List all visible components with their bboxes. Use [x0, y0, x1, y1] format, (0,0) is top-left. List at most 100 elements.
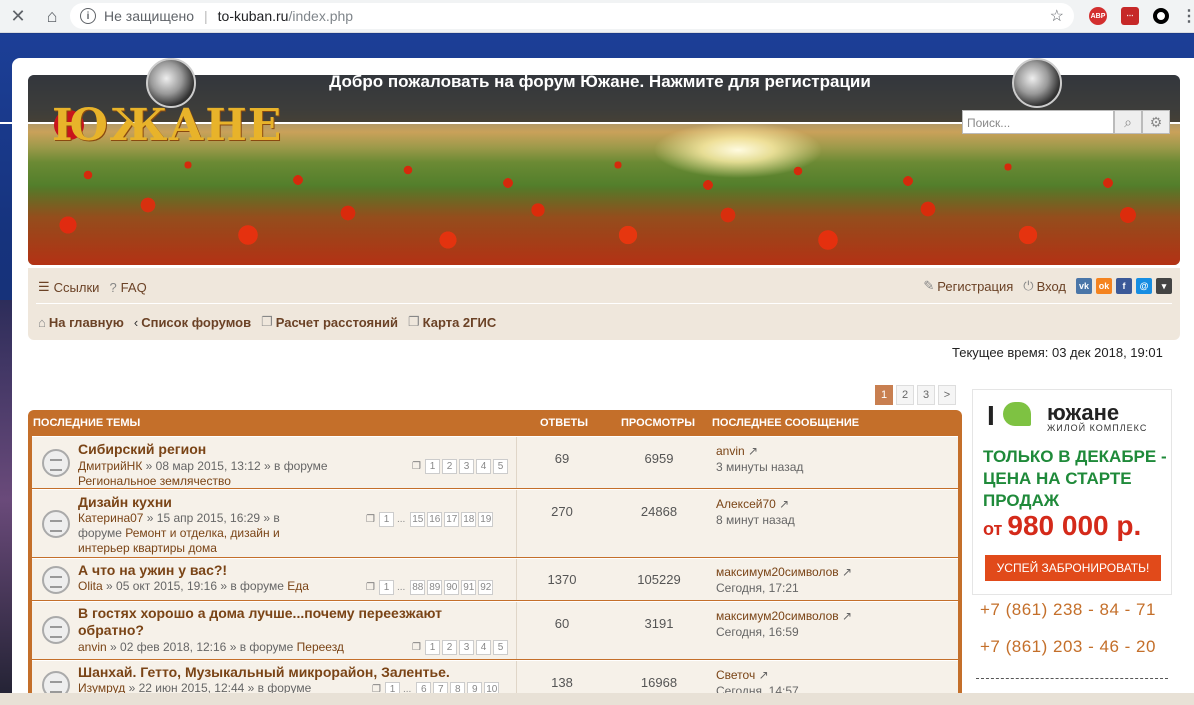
topic-forum[interactable]: Переезд — [297, 640, 344, 654]
adblock-extension-icon[interactable]: ABP — [1089, 7, 1107, 25]
gear-icon[interactable]: ⚙ — [1142, 110, 1170, 134]
goto-post-icon[interactable]: ↗ — [759, 668, 769, 682]
info-icon[interactable]: i — [80, 8, 96, 24]
vk-icon[interactable]: vk — [1076, 278, 1092, 294]
page-link[interactable]: 18 — [461, 512, 477, 527]
last-post-user[interactable]: Алексей70 — [716, 497, 776, 511]
breadcrumb-forum-list[interactable]: Список форумов — [141, 315, 251, 330]
goto-post-icon[interactable]: ↗ — [748, 444, 758, 458]
page-link[interactable]: 4 — [475, 459, 491, 474]
views-count: 24868 — [640, 504, 678, 519]
page-link[interactable]: 88 — [410, 580, 426, 595]
login-link[interactable]: Вход — [1037, 279, 1066, 294]
table-row: В гостях хорошо а дома лучше...почему пе… — [32, 601, 958, 659]
heart-icon — [1003, 402, 1031, 426]
faq-link[interactable]: FAQ — [121, 280, 147, 295]
site-logo[interactable]: ЮЖАНЕ — [52, 100, 282, 151]
views-count: 3191 — [644, 616, 674, 631]
facebook-icon[interactable]: f — [1116, 278, 1132, 294]
home-icon[interactable]: ⌂ — [38, 2, 66, 30]
topic-read-icon — [42, 566, 70, 594]
next-page-button[interactable]: > — [938, 385, 956, 405]
welcome-register-link[interactable]: Добро пожаловать на форум Южане. Нажмите… — [200, 71, 1000, 93]
views-count: 105229 — [637, 572, 681, 587]
search-input[interactable]: Поиск... — [962, 110, 1114, 134]
last-post-user[interactable]: максимум20символов — [716, 609, 839, 623]
mail-icon[interactable]: @ — [1136, 278, 1152, 294]
page-link[interactable]: 91 — [461, 580, 477, 595]
chevron-left-icon: ‹ — [133, 314, 139, 330]
topic-title[interactable]: А что на ужин у вас?! — [78, 562, 227, 578]
last-post-time: Сегодня, 17:21 — [716, 581, 799, 595]
page-link[interactable]: 3 — [458, 459, 474, 474]
register-link[interactable]: Регистрация — [937, 279, 1013, 294]
page-link[interactable]: 92 — [478, 580, 494, 595]
last-post-user[interactable]: anvin — [716, 444, 745, 458]
header-topics: ПОСЛЕДНИЕ ТЕМЫ — [33, 417, 141, 429]
page-link[interactable]: 19 — [478, 512, 494, 527]
topic-author[interactable]: ДмитрийНК — [78, 459, 142, 473]
advertisement-banner[interactable]: I южане ЖИЛОЙ КОМПЛЕКС ТОЛЬКО В ДЕКАБРЕ … — [972, 389, 1172, 595]
topic-author[interactable]: Катерина07 — [78, 511, 143, 525]
topic-author[interactable]: Olita — [78, 579, 103, 593]
extension-ring-icon[interactable] — [1153, 8, 1169, 24]
topic-forum[interactable]: Региональное землячество — [78, 474, 231, 488]
topic-title[interactable]: Сибирский регион — [78, 441, 206, 457]
last-post-user[interactable]: Светоч — [716, 668, 755, 682]
page-link[interactable]: 15 — [410, 512, 426, 527]
goto-post-icon[interactable]: ↗ — [842, 565, 852, 579]
page-3-button[interactable]: 3 — [917, 385, 935, 405]
page-link[interactable]: 5 — [492, 459, 508, 474]
views-count: 16968 — [640, 675, 678, 690]
page-link[interactable]: 90 — [444, 580, 460, 595]
address-bar[interactable]: i Не защищено | to-kuban.ru/index.php ☆ — [70, 3, 1074, 29]
breadcrumb-2gis-map[interactable]: Карта 2ГИС — [423, 315, 497, 330]
links-menu[interactable]: Ссылки — [54, 280, 100, 295]
close-icon[interactable]: ✕ — [4, 2, 32, 30]
last-post-time: 3 минуты назад — [716, 460, 804, 474]
phone-number[interactable]: +7 (861) 238 - 84 - 71 — [980, 600, 1156, 620]
topic-title[interactable]: Дизайн кухни — [78, 494, 172, 510]
bookmark-star-icon[interactable]: ☆ — [1050, 6, 1064, 26]
page-link[interactable]: 17 — [444, 512, 460, 527]
breadcrumb-distance-calc[interactable]: Расчет расстояний — [276, 315, 398, 330]
page-link[interactable]: 1 — [424, 459, 440, 474]
phone-number[interactable]: +7 (861) 203 - 46 - 20 — [980, 637, 1156, 657]
topic-read-icon — [42, 449, 70, 477]
page-link[interactable]: 2 — [441, 640, 457, 655]
page-link[interactable]: 2 — [441, 459, 457, 474]
last-post-user[interactable]: максимум20символов — [716, 565, 839, 579]
goto-post-icon[interactable]: ↗ — [779, 497, 789, 511]
power-icon: ⏻ — [1023, 278, 1034, 293]
ok-icon[interactable]: ok — [1096, 278, 1112, 294]
column-divider — [516, 490, 517, 557]
extension-icon[interactable]: ⋯ — [1121, 7, 1139, 25]
topic-forum[interactable]: Еда — [287, 579, 309, 593]
page-2-button[interactable]: 2 — [896, 385, 914, 405]
menu-icon[interactable]: ☰ — [38, 279, 50, 295]
page-link[interactable]: 3 — [458, 640, 474, 655]
browser-menu-icon[interactable]: ⋮ — [1180, 7, 1194, 25]
page-1-button[interactable]: 1 — [875, 385, 893, 405]
breadcrumb-home[interactable]: На главную — [49, 315, 124, 330]
topic-title[interactable]: В гостях хорошо а дома лучше...почему пе… — [78, 605, 478, 639]
search-icon[interactable]: ⌕ — [1114, 110, 1142, 134]
page-link[interactable]: 1 — [378, 580, 394, 595]
page-link[interactable]: 5 — [492, 640, 508, 655]
more-social-icon[interactable]: ▾ — [1156, 278, 1172, 294]
topic-meta: anvin » 02 фев 2018, 12:16 » в форуме Пе… — [78, 640, 344, 654]
page-link[interactable]: 4 — [475, 640, 491, 655]
topic-title[interactable]: Шанхай. Гетто, Музыкальный микрорайон, З… — [78, 664, 450, 680]
page-link[interactable]: 16 — [427, 512, 443, 527]
last-post-time: Сегодня, 16:59 — [716, 625, 799, 639]
goto-post-icon[interactable]: ↗ — [842, 609, 852, 623]
ad-book-button[interactable]: УСПЕЙ ЗАБРОНИРОВАТЬ! — [985, 555, 1161, 581]
ad-price: от 980 000 р. — [983, 510, 1142, 541]
browser-toolbar: ✕ ⌂ i Не защищено | to-kuban.ru/index.ph… — [0, 0, 1194, 33]
page-link[interactable]: 89 — [427, 580, 443, 595]
page-link[interactable]: 1 — [378, 512, 394, 527]
last-post: Алексей70 ↗ 8 минут назад — [716, 496, 795, 528]
page-link[interactable]: 1 — [424, 640, 440, 655]
topic-author[interactable]: anvin — [78, 640, 107, 654]
page-icon: ❐ — [261, 314, 273, 329]
